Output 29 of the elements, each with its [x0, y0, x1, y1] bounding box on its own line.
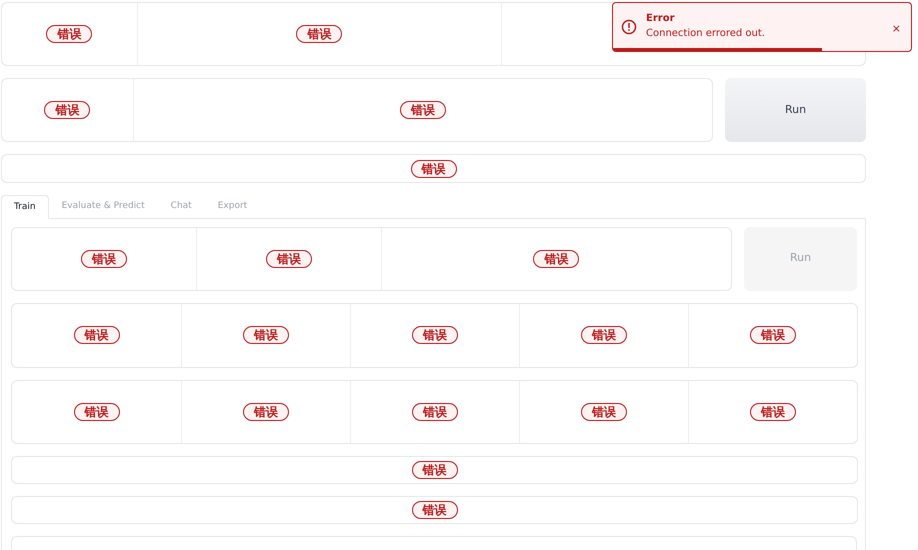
error-badge: 错误	[412, 500, 458, 518]
error-badge: 错误	[412, 460, 458, 478]
error-badge: 错误	[296, 25, 342, 43]
error-badge: 错误	[410, 160, 456, 178]
tab[interactable]: Evaluate & Predict	[48, 195, 158, 218]
error-badge: 错误	[81, 250, 128, 268]
error-badge: 错误	[400, 101, 446, 119]
tab[interactable]: Chat	[158, 195, 205, 218]
toast-message: Connection errored out.	[646, 27, 766, 41]
error-badge: 错误	[46, 25, 92, 43]
error-badge: 错误	[74, 326, 120, 344]
error-badge: 错误	[581, 326, 627, 344]
close-button[interactable]: ×	[892, 21, 901, 38]
run-button[interactable]: Run	[725, 78, 866, 142]
error-badge: 错误	[266, 250, 312, 268]
error-badge: 错误	[533, 250, 580, 268]
tab[interactable]: Export	[204, 195, 260, 218]
tab[interactable]: Train	[1, 195, 49, 218]
error-badge: 错误	[243, 402, 289, 420]
alert-icon	[621, 19, 637, 35]
error-badge: 错误	[750, 402, 796, 420]
error-badge: 错误	[412, 326, 458, 344]
error-badge: 错误	[44, 101, 90, 119]
error-badge: 错误	[412, 402, 458, 420]
error-badge: 错误	[581, 402, 627, 420]
error-badge: 错误	[74, 402, 120, 420]
error-badge: 错误	[243, 326, 289, 344]
toast-title: Error	[646, 12, 676, 26]
error-badge: 错误	[750, 326, 796, 344]
